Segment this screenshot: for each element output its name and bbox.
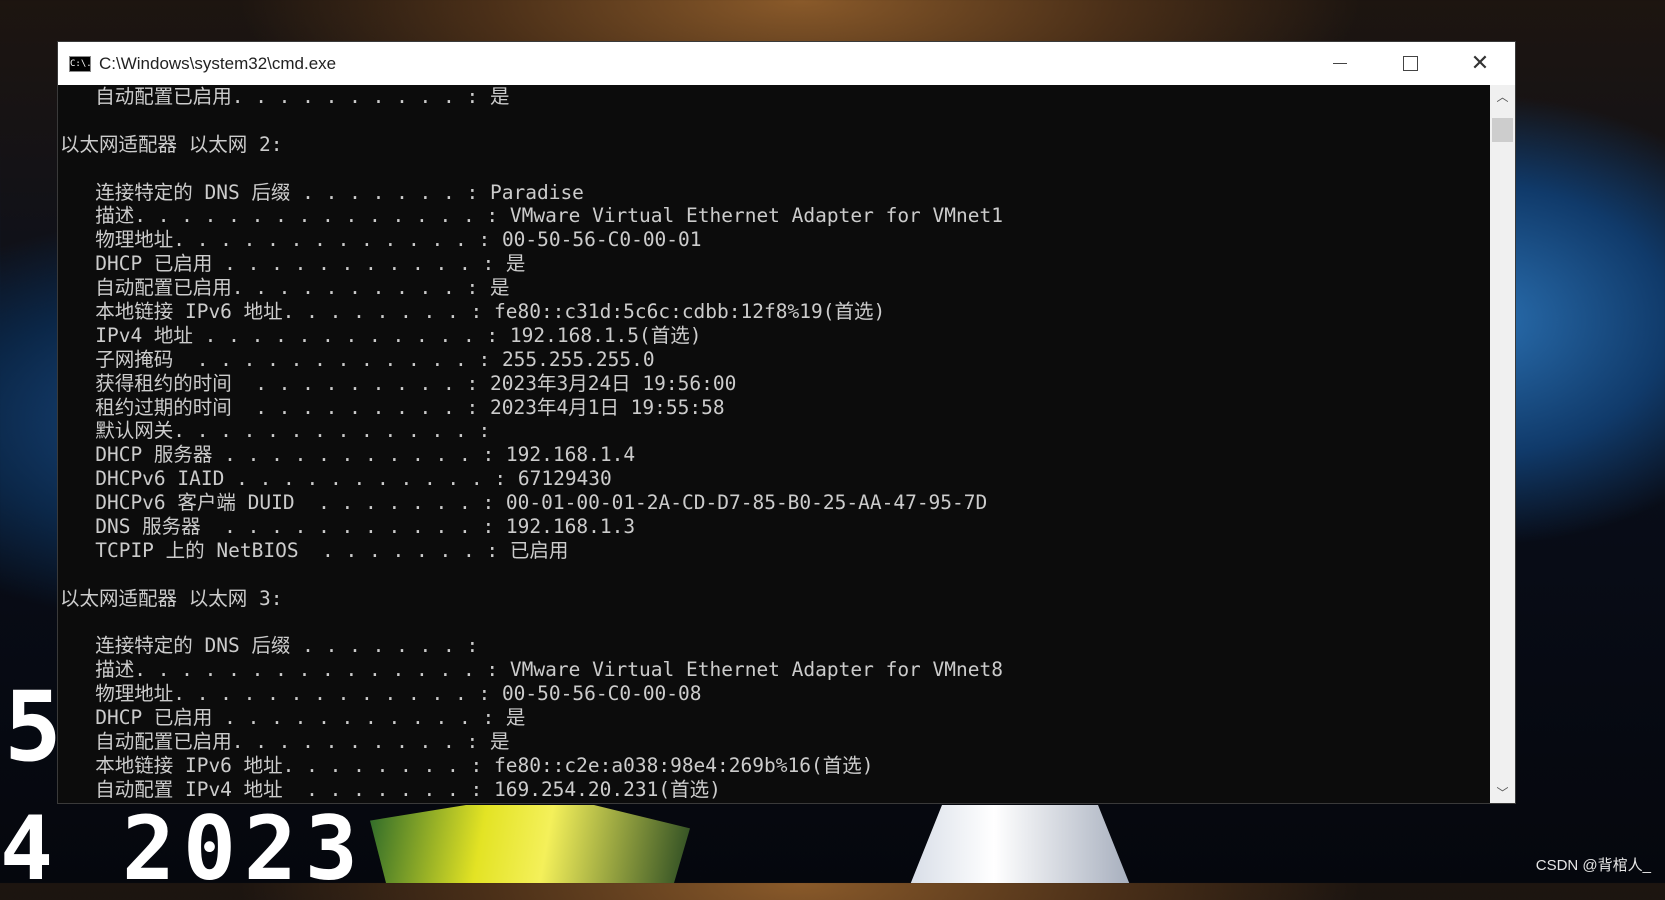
console-line: 获得租约的时间 . . . . . . . . . : 2023年3月24日 1… [60, 371, 737, 395]
vertical-scrollbar[interactable]: ︿ ﹀ [1490, 85, 1515, 803]
wallpaper-character-left [370, 805, 690, 883]
console-line: IPv4 地址 . . . . . . . . . . . . : 192.16… [60, 323, 702, 347]
scroll-up-button[interactable]: ︿ [1490, 85, 1515, 107]
console-line: DHCP 已启用 . . . . . . . . . . . : 是 [60, 706, 526, 730]
close-icon: ✕ [1470, 51, 1490, 76]
console-line: 连接特定的 DNS 后缀 . . . . . . . : [60, 634, 479, 658]
scroll-down-button[interactable]: ﹀ [1490, 781, 1515, 803]
console-line: 默认网关. . . . . . . . . . . . . : [60, 419, 491, 443]
chevron-down-icon: ﹀ [1496, 785, 1509, 800]
wallpaper-character-right [910, 805, 1130, 883]
console-line: DHCP 服务器 . . . . . . . . . . . : 192.168… [60, 443, 636, 467]
console-line: 以太网适配器 以太网 2: [60, 132, 283, 156]
console-line: 租约过期的时间 . . . . . . . . . : 2023年4月1日 19… [60, 395, 725, 419]
console-line: 描述. . . . . . . . . . . . . . . : VMware… [60, 204, 1003, 228]
close-button[interactable]: ✕ [1445, 42, 1515, 85]
console-line: 自动配置已启用. . . . . . . . . . : 是 [60, 730, 510, 754]
console-line: 以太网适配器 以太网 3: [60, 586, 283, 610]
window-controls: ✕ [1305, 42, 1515, 85]
clock-date: 4 2023 [0, 797, 366, 900]
console-line: 自动配置已启用. . . . . . . . . . : 是 [60, 85, 510, 108]
watermark: CSDN @背棺人_ [1535, 857, 1651, 874]
console-line: 本地链接 IPv6 地址. . . . . . . . : fe80::c2e:… [60, 753, 874, 777]
minimize-button[interactable] [1305, 42, 1375, 85]
scrollbar-thumb[interactable] [1492, 118, 1513, 142]
console-line: DHCPv6 客户端 DUID . . . . . . . : 00-01-00… [60, 491, 988, 515]
cmd-icon[interactable]: C:\. [69, 55, 92, 72]
console-line: 本地链接 IPv6 地址. . . . . . . . : fe80::c31d… [60, 300, 886, 324]
console-line: DHCPv6 IAID . . . . . . . . . . . : 6712… [60, 467, 612, 491]
console-output[interactable]: 自动配置已启用. . . . . . . . . . : 是以太网适配器 以太网… [58, 85, 1490, 803]
console-line: DNS 服务器 . . . . . . . . . . . : 192.168.… [60, 515, 636, 539]
maximize-button[interactable] [1375, 42, 1445, 85]
console-line: 自动配置已启用. . . . . . . . . . : 是 [60, 276, 510, 300]
cmd-window: C:\. C:\Windows\system32\cmd.exe ✕ 自动配置已… [57, 41, 1516, 804]
console-line: 描述. . . . . . . . . . . . . . . : VMware… [60, 658, 1003, 682]
console-line: 物理地址. . . . . . . . . . . . . : 00-50-56… [60, 682, 702, 706]
console-line: 自动配置 IPv4 地址 . . . . . . . : 169.254.20.… [60, 777, 721, 801]
title-bar[interactable]: C:\. C:\Windows\system32\cmd.exe ✕ [58, 42, 1515, 85]
console-line: 子网掩码 . . . . . . . . . . . . : 255.255.2… [60, 347, 655, 371]
console-line: DHCP 已启用 . . . . . . . . . . . : 是 [60, 252, 526, 276]
window-title: C:\Windows\system32\cmd.exe [99, 53, 337, 73]
console-line: 连接特定的 DNS 后缀 . . . . . . . : Paradise [60, 180, 584, 204]
console-line: TCPIP 上的 NetBIOS . . . . . . . : 已启用 [60, 538, 569, 562]
console-line: 物理地址. . . . . . . . . . . . . : 00-50-56… [60, 228, 702, 252]
chevron-up-icon: ︿ [1496, 89, 1509, 104]
